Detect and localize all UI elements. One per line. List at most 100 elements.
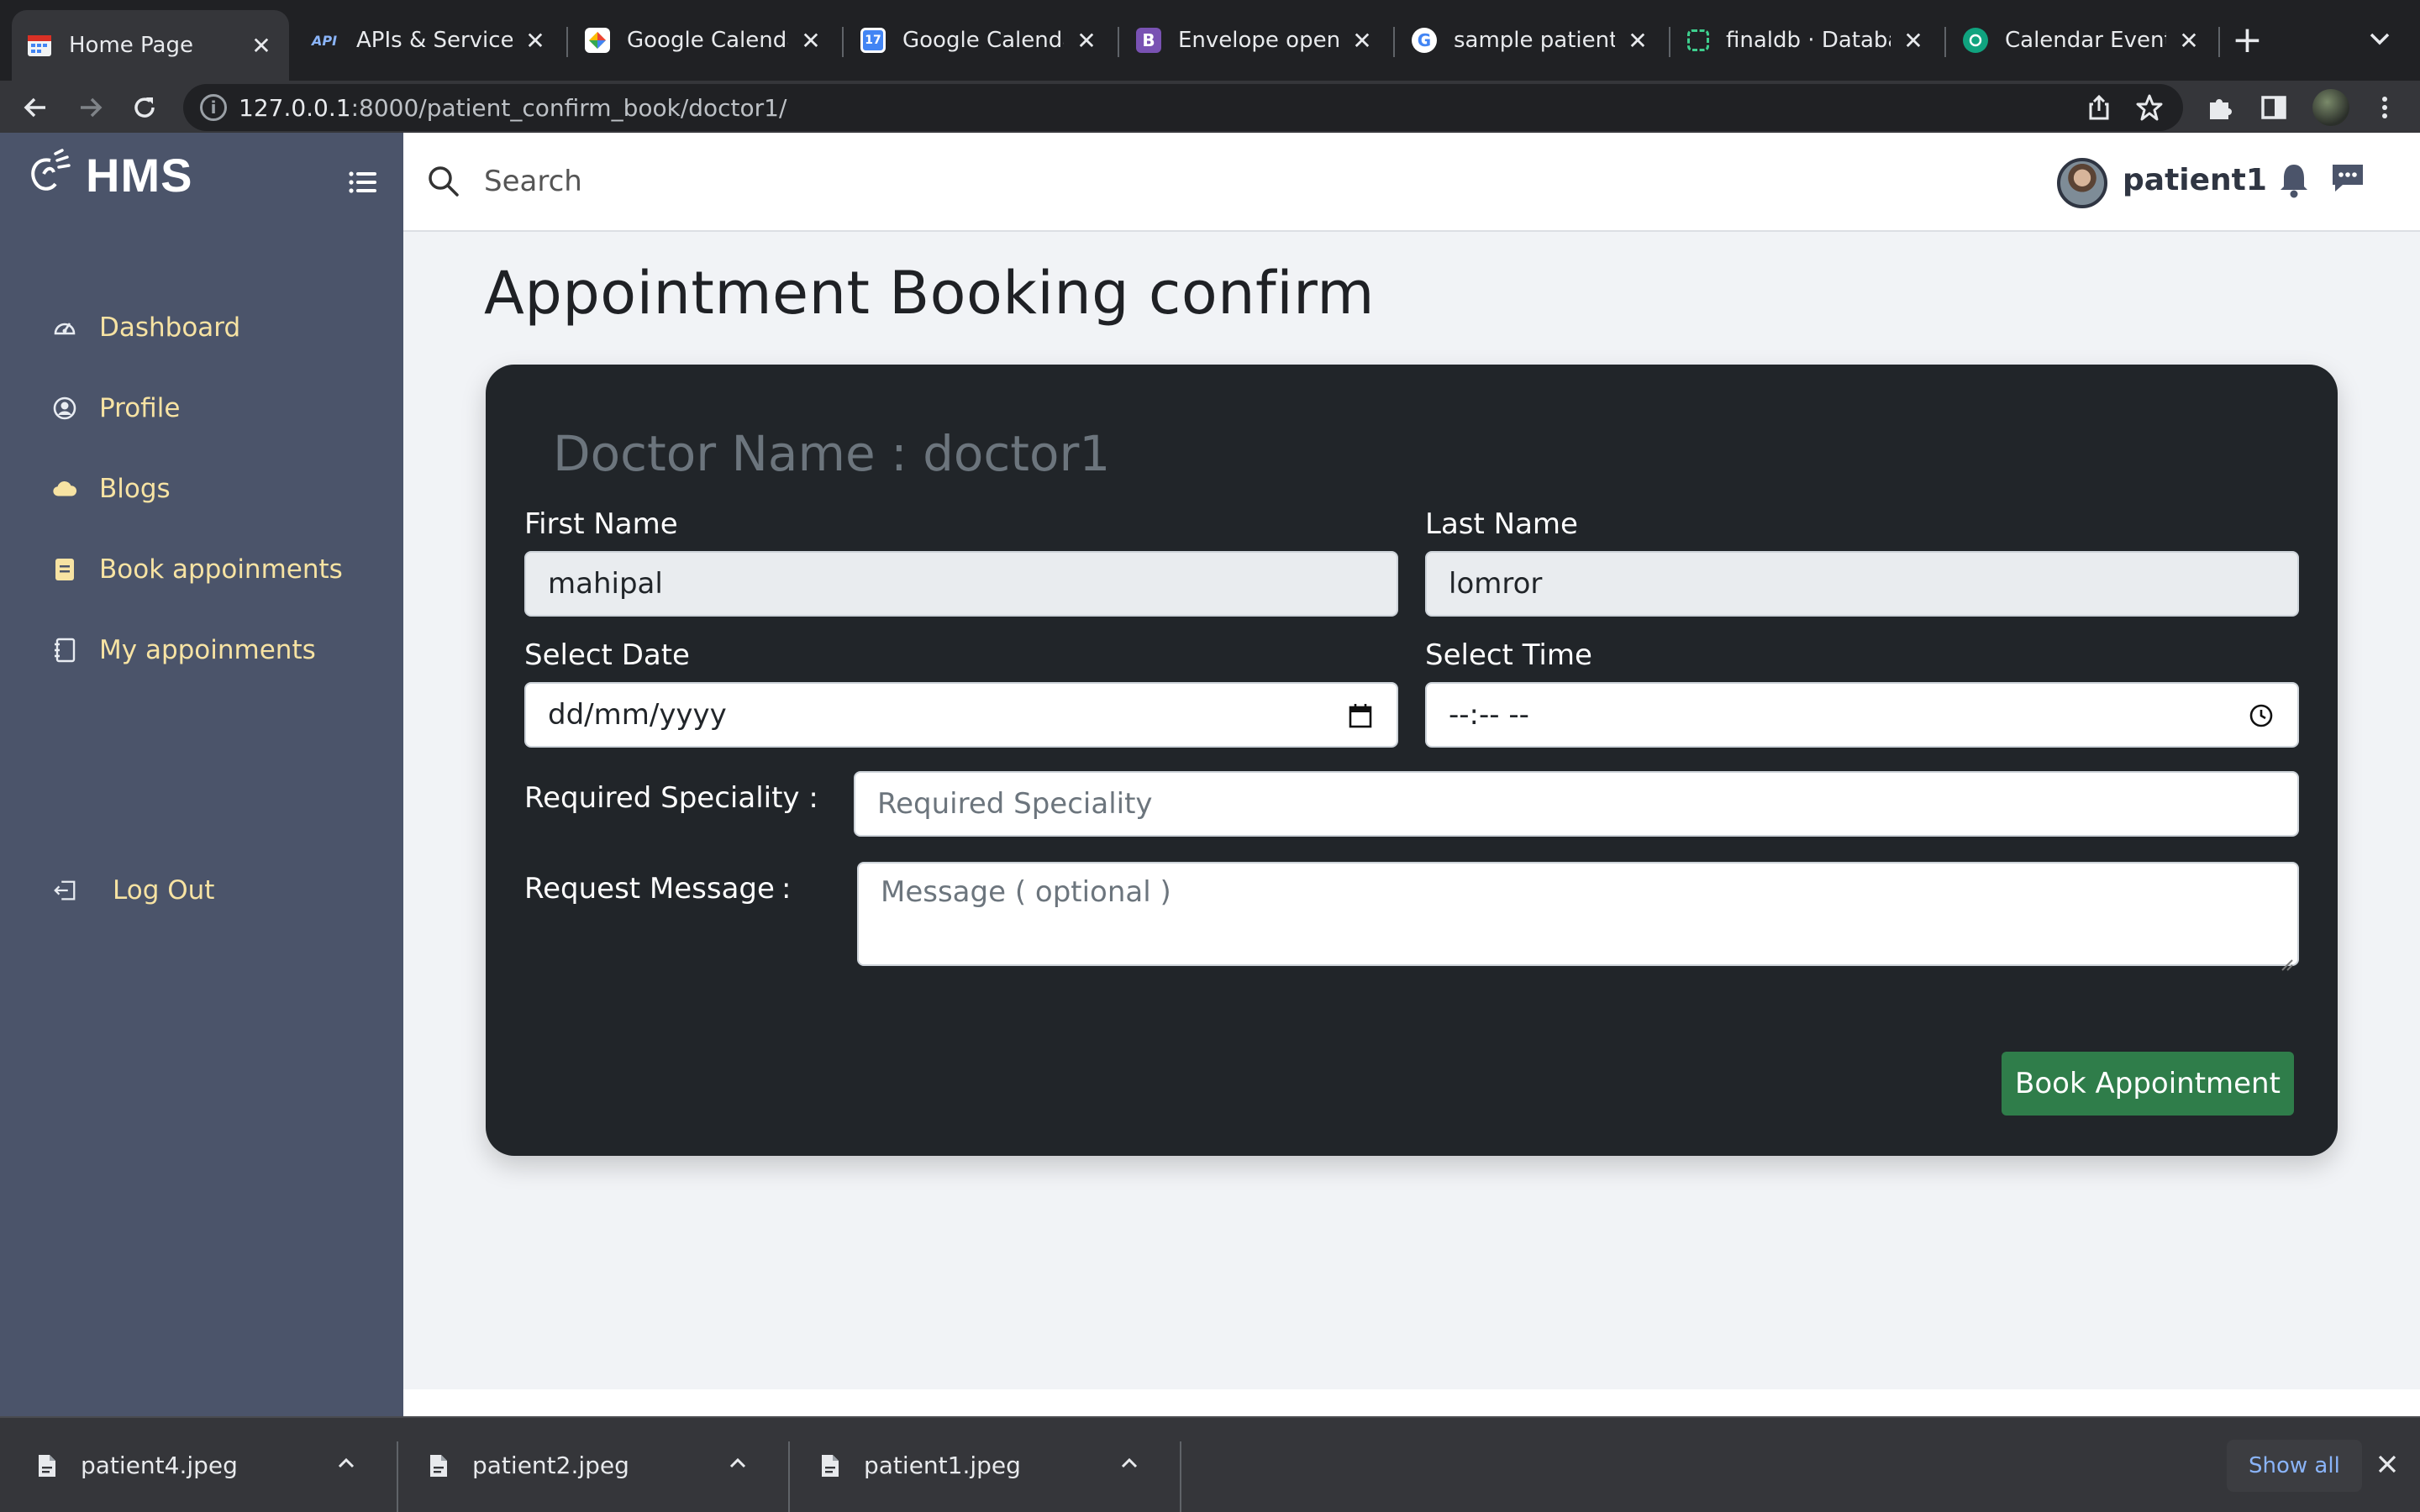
openai-icon <box>1963 28 1988 53</box>
clipboard-icon <box>52 557 77 582</box>
booking-form-card: Doctor Name : doctor1 First Name mahipal… <box>486 365 2338 1156</box>
close-tab-icon[interactable]: ✕ <box>1625 27 1650 55</box>
address-bar[interactable]: i 127.0.0.1:8000/patient_confirm_book/do… <box>183 84 2183 131</box>
browser-tab-envelope-open[interactable]: B Envelope open · B ✕ <box>1121 17 1390 64</box>
tab-search-chevron-icon[interactable] <box>2368 30 2391 50</box>
close-tab-icon[interactable]: ✕ <box>2176 27 2202 55</box>
browser-tab-home-page[interactable]: Home Page ✕ <box>12 10 289 81</box>
first-name-field[interactable]: mahipal <box>524 551 1398 617</box>
sidebar-item-profile[interactable]: Profile <box>52 393 180 423</box>
side-panel-icon[interactable] <box>2259 92 2289 123</box>
doctor-name: Doctor Name : doctor1 <box>553 425 1111 482</box>
tab-title: Envelope open · B <box>1178 28 1339 53</box>
book-appointment-button[interactable]: Book Appointment <box>2002 1052 2294 1116</box>
chevron-up-icon[interactable] <box>728 1455 748 1473</box>
show-all-button[interactable]: Show all <box>2227 1440 2362 1492</box>
browser-tab-google-calendar-2[interactable]: 17 Google Calendar ✕ <box>845 17 1114 64</box>
first-name-value: mahipal <box>548 567 663 601</box>
last-name-field[interactable]: lomror <box>1425 551 2299 617</box>
brand[interactable]: HMS <box>25 148 192 202</box>
download-item[interactable]: patient1.jpeg <box>783 1418 1176 1512</box>
extensions-puzzle-icon[interactable] <box>2205 92 2235 123</box>
download-separator <box>1180 1441 1181 1512</box>
google-icon: G <box>1412 28 1437 53</box>
tab-separator <box>1669 27 1670 57</box>
avatar[interactable] <box>2057 158 2107 208</box>
reload-icon[interactable] <box>126 89 163 126</box>
browser-tab-sample-patient[interactable]: G sample patient im ✕ <box>1397 17 1665 64</box>
download-item[interactable]: patient4.jpeg <box>0 1418 393 1512</box>
address-url: 127.0.0.1:8000/patient_confirm_book/doct… <box>239 94 786 122</box>
sidebar-item-label: Dashboard <box>99 312 241 343</box>
download-filename: patient4.jpeg <box>81 1452 238 1479</box>
notebook-icon <box>52 638 77 663</box>
user-circle-icon <box>52 396 77 421</box>
download-item[interactable]: patient2.jpeg <box>392 1418 785 1512</box>
new-tab-button[interactable]: + <box>2232 22 2263 59</box>
browser-profile-avatar[interactable] <box>2312 89 2349 126</box>
close-tab-icon[interactable]: ✕ <box>1074 27 1099 55</box>
date-value: dd/mm/yyyy <box>548 698 727 732</box>
time-input[interactable]: --:-- -- <box>1425 682 2299 748</box>
date-input[interactable]: dd/mm/yyyy <box>524 682 1398 748</box>
chevron-up-icon[interactable] <box>1119 1455 1139 1473</box>
first-name-label: First Name <box>524 507 678 541</box>
user-name[interactable]: patient1 <box>2123 163 2267 197</box>
tab-separator <box>566 27 568 57</box>
tab-title: Home Page <box>69 33 193 58</box>
tab-separator <box>1393 27 1395 57</box>
calendar-icon[interactable] <box>1348 702 1373 737</box>
content-footer-strip <box>403 1389 2420 1416</box>
close-tab-icon[interactable]: ✕ <box>1901 27 1926 55</box>
chevron-up-icon[interactable] <box>336 1455 356 1473</box>
main-content: Appointment Booking confirm Doctor Name … <box>403 232 2420 1389</box>
browser-tab-apis[interactable]: API APIs & Services – ✕ <box>294 17 563 64</box>
speedometer-icon <box>52 315 77 340</box>
sidebar-item-label: Profile <box>99 393 181 423</box>
close-icon[interactable] <box>2375 1452 2400 1480</box>
calendar-grid-icon <box>27 33 52 58</box>
sidebar-item-logout[interactable]: Log Out <box>52 875 214 906</box>
browser-toolbar: i 127.0.0.1:8000/patient_confirm_book/do… <box>0 81 2420 133</box>
logout-icon <box>52 878 77 903</box>
sidebar: HMS Dashboard Profile Blogs Book appoinm… <box>0 133 403 1416</box>
sidebar-item-dashboard[interactable]: Dashboard <box>52 312 240 343</box>
file-icon <box>429 1453 449 1482</box>
forward-arrow-icon[interactable] <box>72 89 109 126</box>
app-topbar: patient1 <box>403 133 2420 232</box>
bookmark-star-icon[interactable] <box>2134 92 2165 123</box>
close-tab-icon[interactable]: ✕ <box>1349 27 1375 55</box>
sidebar-item-book-appoinments[interactable]: Book appoinments <box>52 554 343 585</box>
resize-handle-icon[interactable] <box>2279 946 2294 971</box>
search-icon <box>427 165 460 202</box>
close-tab-icon[interactable]: ✕ <box>798 27 823 55</box>
sidebar-item-my-appoinments[interactable]: My appoinments <box>52 635 316 665</box>
close-tab-icon[interactable]: ✕ <box>249 32 274 60</box>
browser-tab-finaldb[interactable]: finaldb · Databa ✕ <box>1672 17 1941 64</box>
request-message-colon: : <box>781 872 792 906</box>
sidebar-item-blogs[interactable]: Blogs <box>52 474 171 504</box>
database-icon <box>1687 29 1709 51</box>
last-name-label: Last Name <box>1425 507 1578 541</box>
more-vertical-icon[interactable] <box>2370 92 2400 123</box>
tab-separator <box>842 27 844 57</box>
chat-icon[interactable] <box>2329 161 2366 198</box>
search-input[interactable] <box>484 158 1240 205</box>
browser-tab-google-calendar-1[interactable]: Google Calendar ✕ <box>570 17 839 64</box>
tab-separator <box>1944 27 1946 57</box>
logout-label: Log Out <box>113 875 215 906</box>
site-info-icon[interactable]: i <box>200 94 227 121</box>
file-icon <box>820 1453 840 1482</box>
message-textarea[interactable]: Message ( optional ) <box>857 862 2299 971</box>
list-menu-icon[interactable] <box>348 170 378 198</box>
api-icon: API <box>311 32 338 49</box>
share-icon[interactable] <box>2084 92 2114 123</box>
select-date-label: Select Date <box>524 638 690 672</box>
speciality-input[interactable]: Required Speciality <box>854 771 2299 837</box>
back-arrow-icon[interactable] <box>17 89 54 126</box>
close-tab-icon[interactable]: ✕ <box>523 27 548 55</box>
tab-title: sample patient im <box>1454 28 1615 53</box>
bell-icon[interactable] <box>2277 161 2311 202</box>
browser-tab-calendar-event[interactable]: Calendar Event R ✕ <box>1948 17 2217 64</box>
clock-icon[interactable] <box>2249 702 2274 736</box>
